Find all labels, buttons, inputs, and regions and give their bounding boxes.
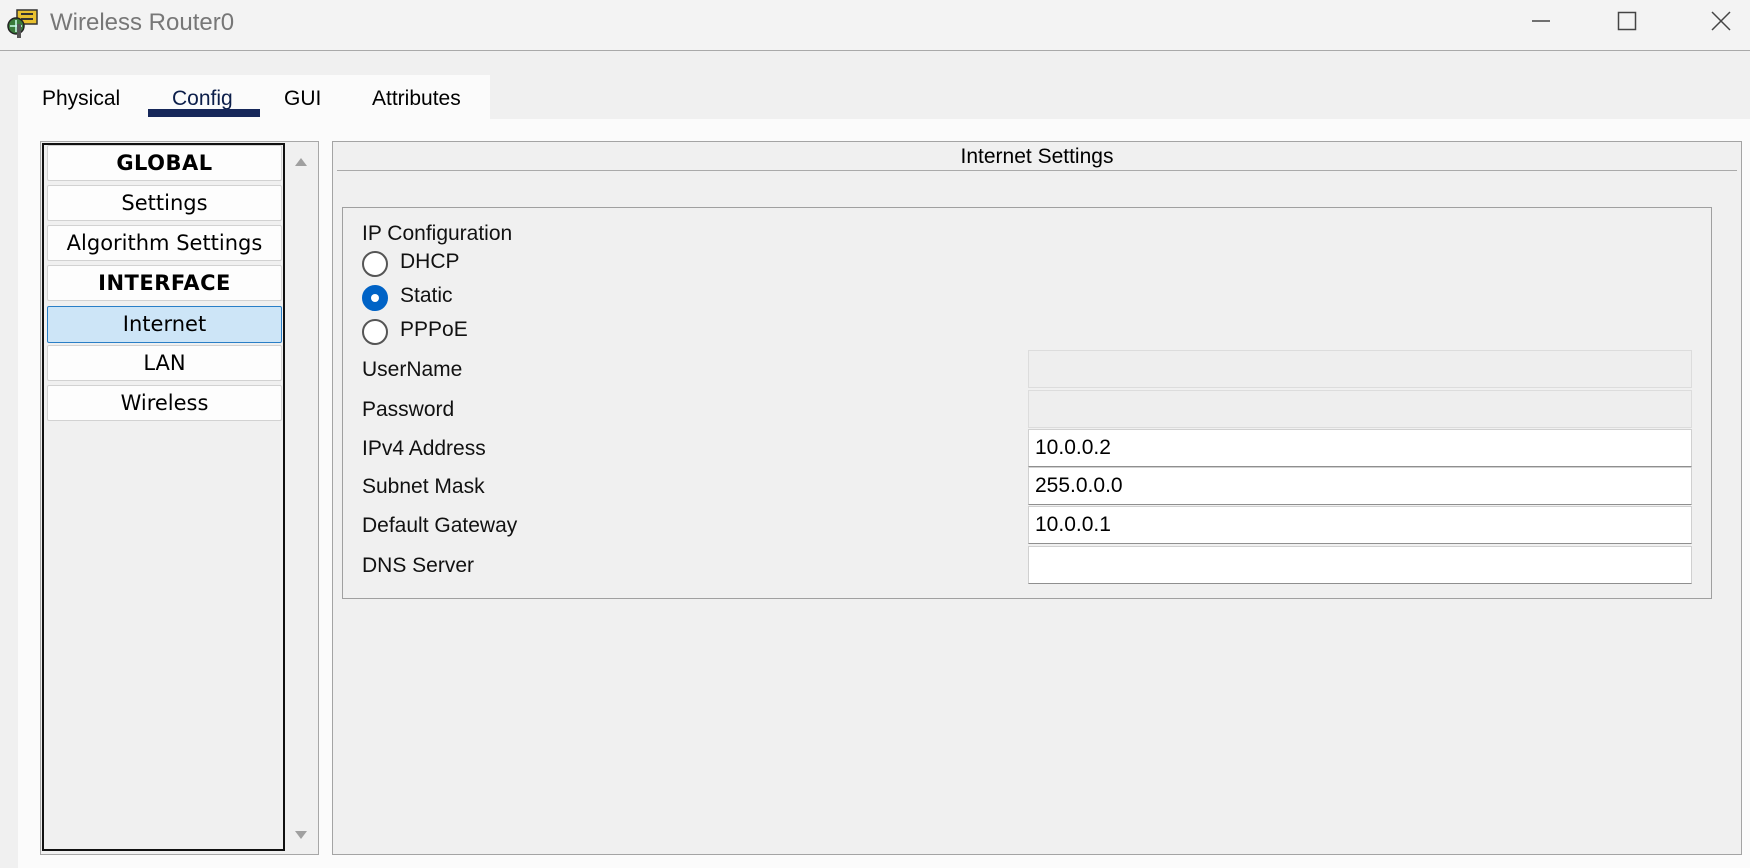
radio-button-checked[interactable]	[362, 285, 388, 311]
scroll-up-arrow[interactable]	[294, 155, 308, 173]
radio-label: Static	[400, 284, 453, 307]
tab-physical[interactable]: Physical	[42, 87, 120, 111]
sidebar-item-lan[interactable]: LAN	[47, 345, 282, 381]
close-button[interactable]	[1676, 0, 1750, 46]
password-label: Password	[362, 398, 455, 421]
maximize-icon	[1617, 11, 1637, 31]
window-title: Wireless Router0	[50, 9, 235, 36]
maximize-button[interactable]	[1582, 0, 1672, 46]
radio-label: PPPoE	[400, 318, 468, 341]
subnet-mask-label: Subnet Mask	[362, 475, 485, 498]
dns-server-label: DNS Server	[362, 554, 475, 577]
tab-config[interactable]: Config	[172, 87, 233, 111]
minimize-button[interactable]	[1495, 0, 1585, 46]
default-gateway-field[interactable]	[1028, 506, 1692, 544]
sidebar-header-interface: INTERFACE	[47, 265, 282, 301]
password-field[interactable]	[1028, 390, 1692, 428]
radio-button[interactable]	[362, 251, 388, 277]
sidebar-item-settings[interactable]: Settings	[47, 185, 282, 221]
sidebar-item-algorithm-settings[interactable]: Algorithm Settings	[47, 225, 282, 261]
radio-button[interactable]	[362, 319, 388, 345]
username-field[interactable]	[1028, 350, 1692, 388]
username-label: UserName	[362, 358, 463, 381]
sidebar-item-wireless[interactable]: Wireless	[47, 385, 282, 421]
radio-label: DHCP	[400, 250, 460, 273]
sidebar-header-global: GLOBAL	[47, 145, 282, 181]
ipv4-address-label: IPv4 Address	[362, 437, 486, 460]
ipv4-address-field[interactable]	[1028, 429, 1692, 467]
tab-gui[interactable]: GUI	[284, 87, 321, 111]
minimize-icon	[1532, 20, 1550, 22]
router-app-icon	[7, 8, 39, 40]
default-gateway-label: Default Gateway	[362, 514, 518, 537]
tab-attributes[interactable]: Attributes	[372, 87, 461, 111]
divider	[337, 170, 1737, 171]
scroll-down-arrow[interactable]	[294, 828, 308, 846]
tab-selected-indicator	[148, 109, 260, 117]
title-bar: Wireless Router0	[0, 0, 1750, 51]
tab-strip: Physical Config GUI Attributes	[18, 75, 490, 119]
triangle-down-icon	[295, 831, 307, 839]
close-icon	[1711, 11, 1731, 31]
sidebar-list: GLOBAL Settings Algorithm Settings INTER…	[42, 143, 285, 851]
section-title: Internet Settings	[960, 145, 1114, 168]
triangle-up-icon	[295, 158, 307, 166]
ip-configuration-title: IP Configuration	[362, 222, 513, 245]
dns-server-field[interactable]	[1028, 546, 1692, 584]
subnet-mask-field[interactable]	[1028, 467, 1692, 505]
sidebar-item-internet[interactable]: Internet	[47, 306, 282, 343]
